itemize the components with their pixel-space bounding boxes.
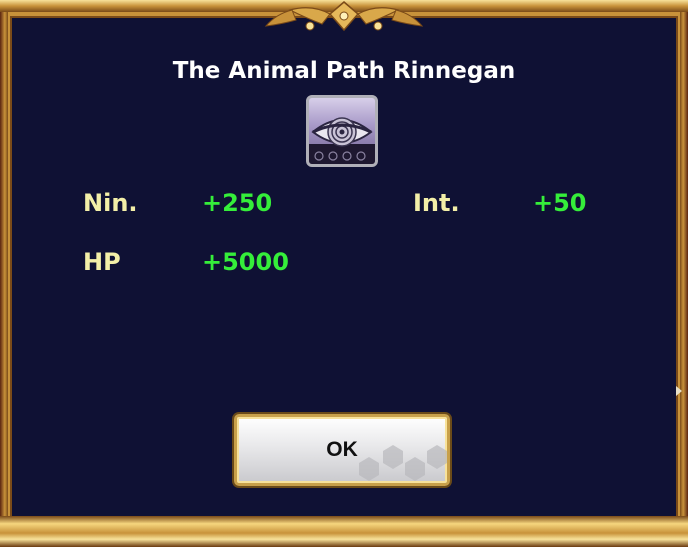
- stat-value-intelligence: +50: [533, 189, 587, 217]
- stat-label-ninjutsu: Nin.: [83, 189, 138, 217]
- ok-button[interactable]: OK: [234, 414, 450, 486]
- frame-bottom-border: [0, 516, 688, 547]
- rinnegan-eye-icon: [306, 95, 378, 167]
- item-title: The Animal Path Rinnegan: [172, 58, 516, 84]
- stat-value-hp: +5000: [202, 248, 289, 276]
- stat-label-intelligence: Int.: [413, 189, 460, 217]
- chevron-right-icon: [676, 386, 682, 396]
- ok-button-label: OK: [326, 438, 358, 461]
- stat-label-hp: HP: [83, 248, 121, 276]
- frame-right-border: [680, 12, 688, 516]
- frame-left-border: [0, 12, 8, 516]
- crest-ornament-icon: [264, 1, 424, 32]
- stat-value-ninjutsu: +250: [202, 189, 273, 217]
